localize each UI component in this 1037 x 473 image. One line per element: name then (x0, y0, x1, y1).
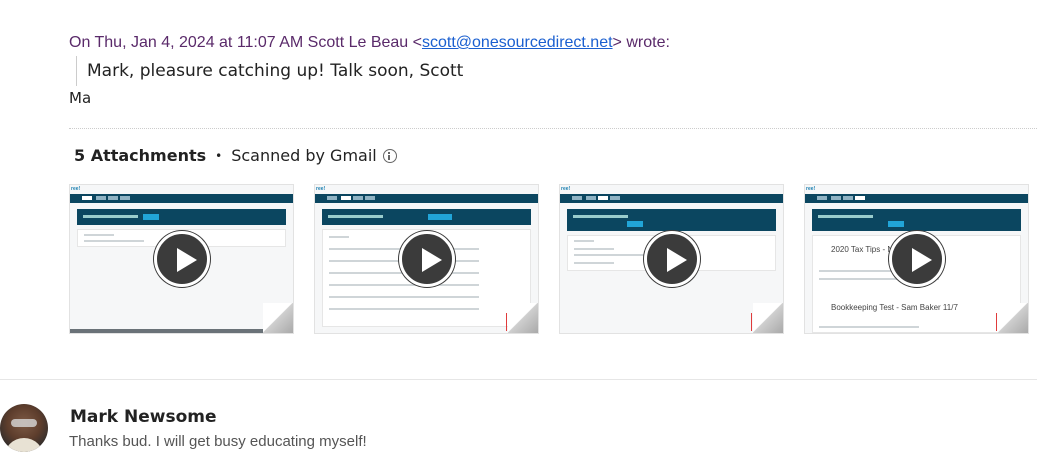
attachment-video-3[interactable]: ree! (559, 184, 784, 334)
attachments-header: 5 Attachments • Scanned by Gmail (74, 146, 397, 165)
play-icon[interactable] (153, 231, 210, 287)
thumb-nav (70, 194, 293, 203)
reply-sender-name[interactable]: Mark Newsome (70, 407, 217, 427)
thumb-banner (812, 209, 1021, 231)
thumb-banner (322, 209, 531, 225)
play-icon[interactable] (888, 231, 945, 287)
thumb-progress-bar (70, 329, 270, 333)
scanned-label: Scanned by Gmail (231, 146, 377, 165)
message-divider (0, 379, 1037, 380)
thumb-page-curl (263, 303, 293, 333)
thumb-logo: ree! (561, 186, 571, 192)
quoted-message: Mark, pleasure catching up! Talk soon, S… (76, 56, 463, 86)
thumb-banner (77, 209, 286, 225)
attachment-video-1[interactable]: ree! (69, 184, 294, 334)
thumb-nav (315, 194, 538, 203)
play-icon[interactable] (398, 231, 455, 287)
info-icon[interactable] (382, 148, 397, 163)
quote-header: On Thu, Jan 4, 2024 at 11:07 AM Scott Le… (69, 34, 670, 52)
thumb-page-curl (998, 303, 1028, 333)
thumb-nav (560, 194, 783, 203)
attachment-video-2[interactable]: ree! (314, 184, 539, 334)
thumb-marker (751, 313, 752, 331)
sender-email-link[interactable]: scott@onesourcedirect.net (422, 34, 613, 51)
attachments-count: 5 Attachments (74, 146, 207, 165)
thumb-logo: ree! (806, 186, 816, 192)
signature-trail: Ma (69, 89, 92, 107)
thumb-logo: ree! (71, 186, 81, 192)
quote-header-suffix: > wrote: (612, 34, 670, 51)
thumb-banner (567, 209, 776, 231)
thumb-marker (506, 313, 507, 331)
play-icon[interactable] (643, 231, 700, 287)
thumb-title-2: Bookkeeping Test - Sam Baker 11/7 (831, 303, 958, 312)
avatar[interactable] (0, 404, 48, 452)
attachment-video-4[interactable]: ree! 2020 Tax Tips - Nov 7 Bookkeeping T… (804, 184, 1029, 334)
thumb-marker (996, 313, 997, 331)
attachments-divider (69, 128, 1037, 129)
quote-header-prefix: On Thu, Jan 4, 2024 at 11:07 AM Scott Le… (69, 34, 422, 51)
thumb-page-curl (753, 303, 783, 333)
thumb-nav (805, 194, 1028, 203)
thumb-logo: ree! (316, 186, 326, 192)
reply-snippet[interactable]: Thanks bud. I will get busy educating my… (69, 433, 367, 450)
thumb-page-curl (508, 303, 538, 333)
separator-dot: • (215, 148, 223, 163)
